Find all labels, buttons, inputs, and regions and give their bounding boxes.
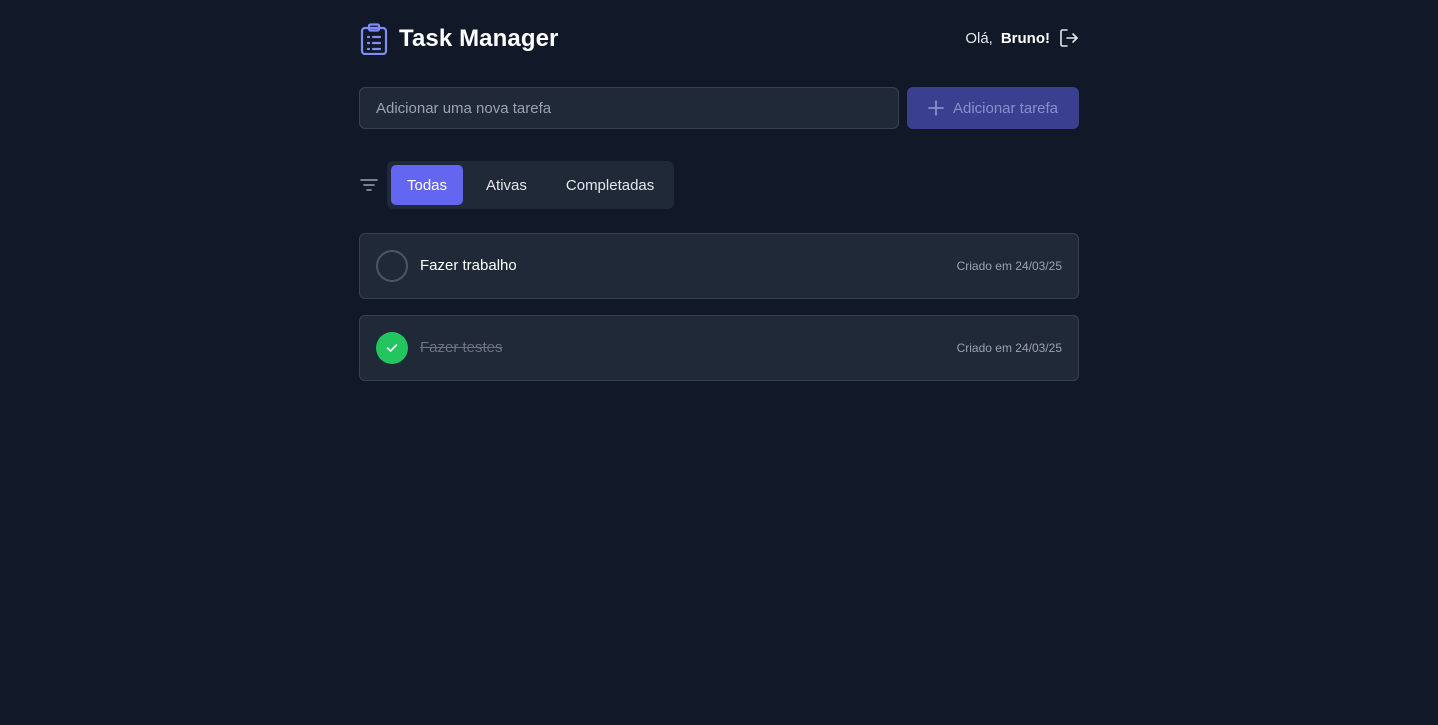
new-task-input[interactable] — [359, 87, 899, 129]
user-area: Olá, Bruno! — [965, 28, 1079, 48]
filter-row: Todas Ativas Completadas — [359, 161, 675, 209]
check-icon — [386, 344, 398, 352]
add-task-row: Adicionar tarefa — [359, 87, 1079, 129]
task-title: Fazer testes — [420, 339, 503, 356]
clipboard-list-icon — [359, 22, 389, 56]
filter-icon — [359, 175, 379, 195]
tab-todas[interactable]: Todas — [391, 165, 464, 205]
tab-completadas[interactable]: Completadas — [550, 165, 670, 205]
task-created-date: Criado em 24/03/25 — [956, 341, 1062, 355]
task-checkbox-checked[interactable] — [376, 332, 408, 364]
task-title: Fazer trabalho — [420, 257, 517, 274]
task-item[interactable]: Fazer trabalho Criado em 24/03/25 — [359, 233, 1079, 299]
greeting-text: Olá, — [965, 29, 993, 47]
task-checkbox[interactable] — [376, 250, 408, 282]
task-created-date: Criado em 24/03/25 — [956, 259, 1062, 273]
add-task-button-label: Adicionar tarefa — [952, 99, 1059, 117]
tab-ativas[interactable]: Ativas — [470, 165, 543, 205]
logout-icon[interactable] — [1059, 28, 1079, 48]
header: Task Manager Olá, Bruno! — [359, 0, 1079, 80]
task-list: Fazer trabalho Criado em 24/03/25 Fazer … — [359, 233, 1079, 397]
brand: Task Manager — [359, 22, 559, 56]
filter-tabs: Todas Ativas Completadas — [387, 161, 675, 209]
add-task-button[interactable]: Adicionar tarefa — [907, 87, 1079, 129]
plus-icon — [928, 100, 944, 116]
user-name: Bruno! — [1000, 29, 1050, 47]
app-title: Task Manager — [399, 25, 559, 52]
app-container: Task Manager Olá, Bruno! Adicionar uma n… — [359, 0, 1079, 381]
task-item[interactable]: Fazer testes Criado em 24/03/25 — [359, 315, 1079, 381]
